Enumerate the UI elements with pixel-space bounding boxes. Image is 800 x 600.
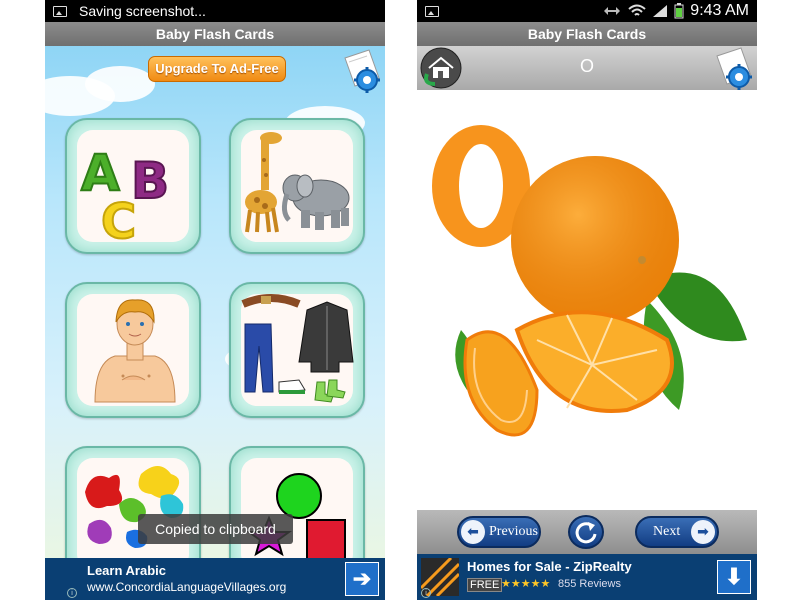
orange-fruit-image <box>430 123 747 437</box>
rating-stars: ★★★★★ <box>501 578 551 590</box>
boy-body-icon <box>94 299 176 403</box>
right-phone-screen: 9:43 AM Baby Flash Cards O ⬅ Previous Ne… <box>417 0 757 600</box>
ad-title: Homes for Sale - ZipRealty <box>467 559 632 574</box>
category-menu: Upgrade To Ad-Free A B C Copied to clipb… <box>45 46 385 558</box>
battery-icon <box>674 3 684 19</box>
image-notification-icon <box>53 5 67 17</box>
animals-category-tile[interactable] <box>229 118 365 254</box>
ad-download-arrow-icon[interactable]: ⬇ <box>717 560 751 594</box>
sync-icon <box>604 7 621 15</box>
giraffe-elephant-icon <box>245 132 350 233</box>
upgrade-ad-free-button[interactable]: Upgrade To Ad-Free <box>148 56 286 82</box>
clothes-category-tile[interactable] <box>229 282 365 418</box>
app-title: Baby Flash Cards <box>417 22 757 46</box>
status-bar: 9:43 AM <box>417 0 757 22</box>
ad-url: www.ConcordiaLanguageVillages.org <box>87 580 287 594</box>
settings-gear-icon <box>344 49 380 93</box>
ad-title: Learn Arabic <box>87 563 166 578</box>
ad-go-arrow-icon[interactable]: ➔ <box>345 562 379 596</box>
status-time: 9:43 AM <box>690 2 749 19</box>
ad-banner[interactable]: Learn Arabic www.ConcordiaLanguageVillag… <box>45 558 385 600</box>
replay-button[interactable] <box>568 515 604 549</box>
settings-button[interactable] <box>339 48 383 94</box>
flash-card[interactable] <box>417 90 757 510</box>
svg-text:C: C <box>101 194 136 250</box>
ad-info-icon[interactable]: i <box>67 588 77 598</box>
left-phone-screen: Saving screenshot... Baby Flash Cards Up… <box>45 0 385 600</box>
signal-icon <box>653 5 668 17</box>
next-button[interactable]: Next ➡ <box>635 516 719 548</box>
previous-button[interactable]: ⬅ Previous <box>457 516 541 548</box>
alphabet-category-tile[interactable]: A B C <box>65 118 201 254</box>
svg-text:B: B <box>131 152 169 210</box>
app-title: Baby Flash Cards <box>45 22 385 46</box>
wifi-icon <box>628 4 646 16</box>
next-label: Next <box>653 524 681 539</box>
current-letter-label: O <box>579 56 594 76</box>
clothes-icon <box>241 294 354 403</box>
refresh-icon <box>575 522 597 544</box>
card-navigation-bar: ⬅ Previous Next ➡ <box>417 510 757 554</box>
arrow-right-icon: ➡ <box>691 520 715 544</box>
review-count: 855 Reviews <box>558 578 621 590</box>
card-header-bar: O <box>417 46 757 90</box>
free-badge: FREE <box>467 578 503 592</box>
ad-info-icon[interactable]: i <box>421 588 431 598</box>
ad-banner[interactable]: Homes for Sale - ZipRealty FREE ★★★★★ 85… <box>417 554 757 600</box>
toast-message: Copied to clipboard <box>138 514 293 544</box>
status-bar: Saving screenshot... <box>45 0 385 22</box>
status-notification-text: Saving screenshot... <box>79 3 206 19</box>
abc-blocks-icon: A B C <box>80 143 170 251</box>
previous-label: Previous <box>489 524 538 539</box>
settings-button[interactable] <box>711 46 755 90</box>
arrow-left-icon: ⬅ <box>461 520 485 544</box>
settings-gear-icon <box>716 47 752 90</box>
body-parts-category-tile[interactable] <box>65 282 201 418</box>
image-notification-icon <box>425 5 439 17</box>
